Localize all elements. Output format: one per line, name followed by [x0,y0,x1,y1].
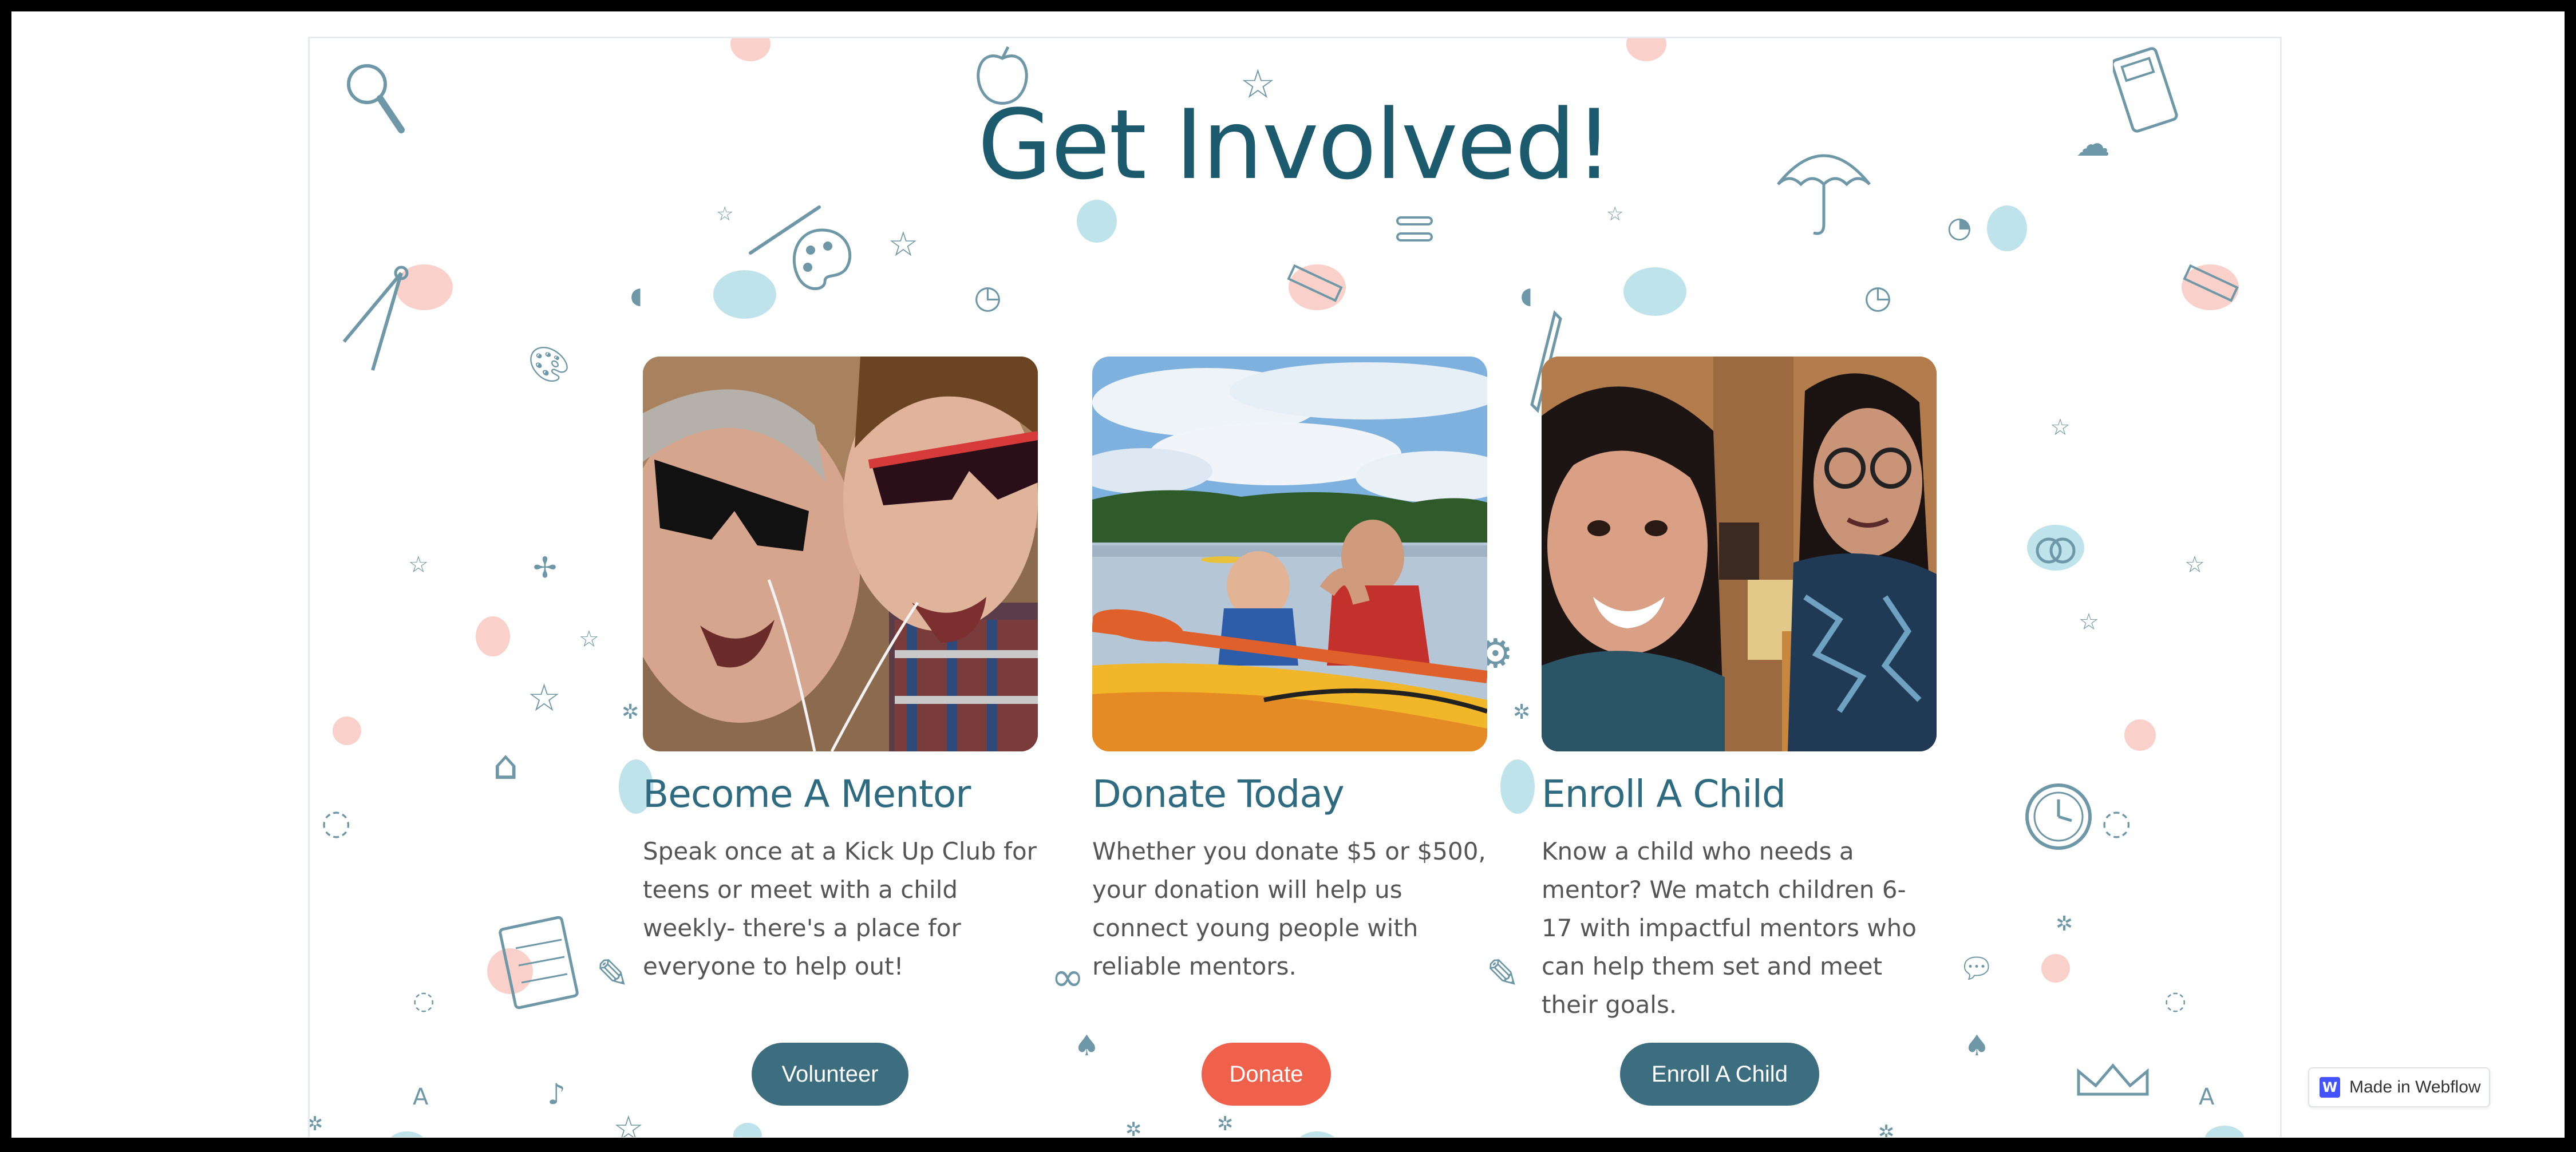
equals-icon [1394,213,1435,247]
letter-a-icon: A [413,1084,429,1110]
decor-blob [1077,200,1117,243]
decor-blob [1294,1131,1340,1137]
rings-icon [2027,531,2084,571]
crown-icon [2073,1060,2153,1100]
enroll-photo [1542,357,1937,751]
star-icon: ☆ [716,203,734,225]
star-icon: ✲ [1878,1121,1895,1137]
donate-button[interactable]: Donate [1202,1043,1331,1106]
card-become-mentor: Become A Mentor Speak once at a Kick Up … [643,357,1038,985]
piggy-icon: ◖ [1520,283,1533,309]
letter-a-icon: A [2199,1084,2215,1110]
star-icon: ✲ [1217,1113,1234,1135]
star-icon: ☆ [2050,414,2071,441]
ruler-icon [1283,264,1346,304]
leaf-icon: ♠ [1964,1029,1990,1062]
paperclip-icon: ∞ [1051,953,1085,1000]
card-donate-today: Donate Today Whether you donate $5 or $5… [1092,357,1487,985]
decor-blob [2041,954,2070,983]
made-in-webflow-badge[interactable]: W Made in Webflow [2308,1067,2490,1107]
star-icon: ☆ [2079,609,2099,635]
compass-icon [333,262,447,387]
decor-blob [1987,205,2027,251]
star-icon: ☆ [1606,203,1624,225]
donate-photo [1092,357,1487,751]
speech-bubble-icon: 💬︎ [1958,952,1995,985]
notebook-icon [493,914,584,1017]
decor-blob [476,616,510,656]
decor-blob [1623,267,1686,316]
mentor-photo [643,357,1038,751]
decor-blob [1500,759,1535,814]
decor-blob [2124,719,2156,751]
star-icon: ☆ [579,626,599,652]
card-description: Speak once at a Kick Up Club for teens o… [643,837,1037,980]
ruler-icon [2179,264,2242,304]
decor-blob [733,1123,762,1137]
volunteer-button[interactable]: Volunteer [752,1043,908,1106]
decor-blob [713,270,776,319]
clock-icon [2021,779,2096,854]
star-icon: ☆ [408,552,429,578]
card-description: Know a child who needs a mentor? We matc… [1542,837,1917,1019]
decor-blob [1626,38,1666,61]
enroll-child-button[interactable]: Enroll A Child [1620,1043,1819,1106]
star-icon: ☆ [613,1109,644,1137]
palette-icon: 🎨︎ [527,345,571,385]
house-icon: ⌂ [493,742,519,789]
browser-page: ☆ ☁ ☆ ◷ ◷ 🎨︎ ☆ ✢ ☆ ☆ ☆ ☆ ☆ ⚙ ⌂ ◌ ◌ ✎ ✎ ∞… [11,11,2565,1138]
decor-blob [387,1131,427,1137]
star-icon: ☆ [527,676,562,720]
card-description: Whether you donate $5 or $500, your dona… [1092,837,1486,980]
clock-icon: ◷ [1864,279,1892,316]
decor-blob [730,38,771,61]
apple-icon: ◌ [2164,986,2187,1015]
star-icon: ✲ [622,700,639,724]
piggy-icon: ◖ [630,283,643,309]
card-title: Become A Mentor [643,772,971,816]
decor-blob [333,716,361,745]
leaf-icon: ♠ [1074,1029,1100,1062]
pencil-icon: ✎ [1486,951,1520,997]
music-note-icon: ♪ [547,1078,566,1111]
plus-icon: ✢ [533,551,557,584]
pencil-icon: ✎ [596,951,630,997]
page-title: Get Involved! [977,89,1614,201]
speech-bubble-icon: ◔ [1947,211,1972,244]
clock-icon: ◷ [974,279,1002,316]
star-icon: ☆ [2184,552,2205,578]
card-enroll-child: Enroll A Child Know a child who needs a … [1542,357,1937,1024]
badge-label: Made in Webflow [2349,1078,2481,1096]
get-involved-section: ☆ ☁ ☆ ◷ ◷ 🎨︎ ☆ ✢ ☆ ☆ ☆ ☆ ☆ ⚙ ⌂ ◌ ◌ ✎ ✎ ∞… [308,37,2282,1137]
star-icon: ✲ [1125,1118,1142,1137]
apple-icon: ◌ [413,986,435,1015]
apple-icon: ◌ [2101,802,2132,842]
star-icon: ☆ [888,224,919,264]
card-title: Enroll A Child [1542,772,1786,816]
star-icon: ✲ [308,1113,323,1135]
apple-icon: ◌ [321,802,351,842]
decor-blob [2204,1126,2245,1137]
star-icon: ✲ [2056,912,2073,936]
paintbrush-icon [745,201,825,259]
card-title: Donate Today [1092,772,1345,816]
webflow-logo-icon: W [2320,1077,2340,1098]
star-icon: ✲ [1513,700,1531,724]
